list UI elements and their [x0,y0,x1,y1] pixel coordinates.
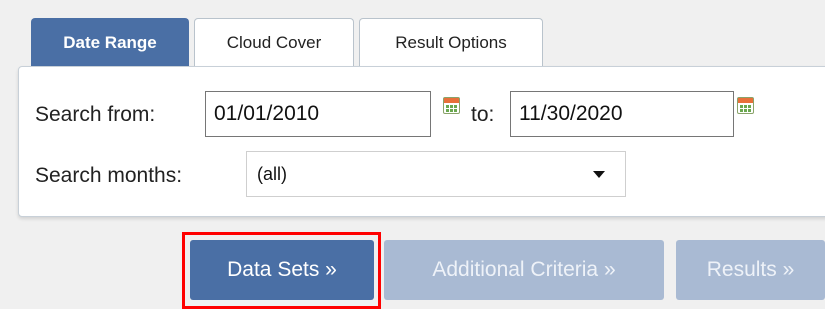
additional-criteria-button[interactable]: Additional Criteria » [384,240,664,300]
search-months-select[interactable]: (all) [246,151,626,197]
tab-result-options[interactable]: Result Options [359,18,543,66]
results-button[interactable]: Results » [676,240,825,300]
to-date-input[interactable]: 11/30/2020 [510,91,734,137]
tab-date-range[interactable]: Date Range [31,18,189,66]
from-date-input[interactable]: 01/01/2010 [205,91,431,137]
tab-cloud-cover[interactable]: Cloud Cover [194,18,354,66]
to-label: to: [471,103,495,126]
calendar-icon[interactable] [737,97,754,114]
highlight-box [182,232,381,309]
calendar-icon[interactable] [443,97,460,114]
chevron-down-icon [593,171,605,178]
search-months-value: (all) [257,164,287,184]
date-range-panel: Search from: 01/01/2010 to: 11/30/2020 S… [18,66,825,217]
search-months-label: Search months: [35,164,183,187]
search-from-label: Search from: [35,103,156,126]
